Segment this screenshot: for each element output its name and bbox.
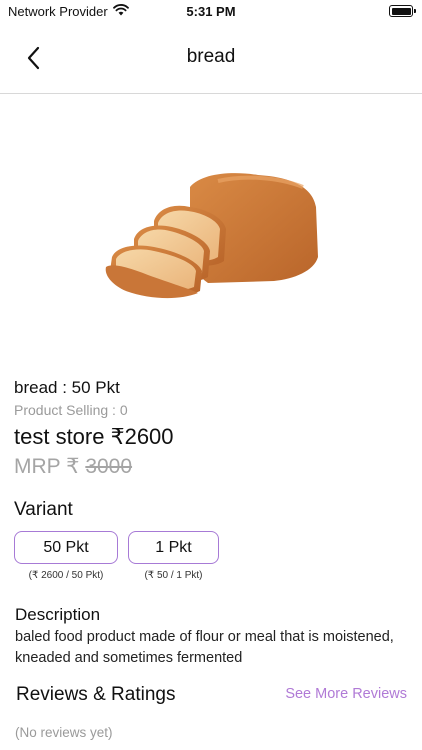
product-selling-count: Product Selling : 0 — [14, 402, 128, 418]
mrp-value: 3000 — [85, 455, 133, 478]
description-text: baled food product made of flour or meal… — [15, 629, 394, 666]
status-bar: Network Provider 5:31 PM — [0, 0, 422, 24]
bread-loaf-image — [98, 165, 324, 305]
variant-heading: Variant — [14, 499, 73, 520]
description-heading: Description — [15, 605, 101, 624]
see-more-reviews-link[interactable]: See More Reviews — [285, 686, 407, 702]
variant-option-1-pkt[interactable]: 1 Pkt — [128, 531, 219, 564]
reviews-heading: Reviews & Ratings — [16, 684, 176, 705]
status-time: 5:31 PM — [186, 4, 236, 19]
nav-bar: bread — [0, 24, 422, 94]
battery-icon — [389, 5, 416, 17]
variant-price-1-pkt: (₹ 50 / 1 Pkt) — [144, 570, 203, 581]
mrp-price: MRP ₹ 3000 — [14, 454, 132, 479]
product-name: bread : 50 Pkt — [14, 378, 120, 397]
variant-option-50-pkt[interactable]: 50 Pkt — [14, 531, 118, 564]
page-title: bread — [186, 46, 236, 67]
mrp-prefix: MRP ₹ — [14, 455, 86, 478]
store-price: test store ₹2600 — [14, 424, 174, 449]
variant-price-50-pkt: (₹ 2600 / 50 Pkt) — [28, 570, 104, 581]
no-reviews-text: (No reviews yet) — [15, 725, 113, 740]
